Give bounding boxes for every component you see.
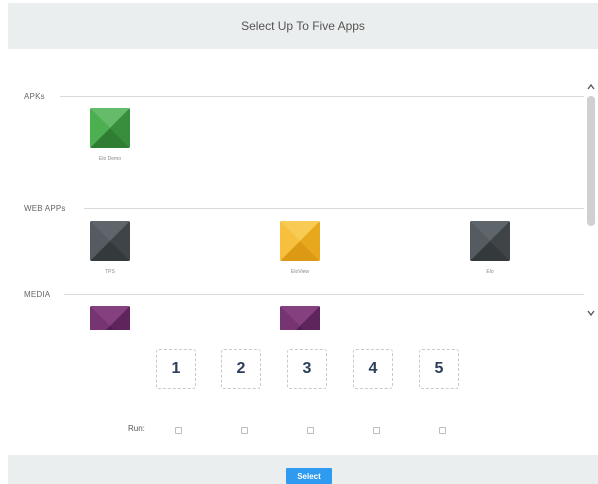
app-list-scrollbar[interactable] [584, 80, 598, 324]
app-envelope-yellow-icon [280, 221, 320, 261]
app-label: Elo Demo [99, 156, 121, 162]
dialog-title: Select Up To Five Apps [241, 19, 365, 33]
app-envelope-purple-icon [90, 306, 130, 330]
app-label: Elo [486, 269, 494, 275]
selection-slot-2[interactable]: 2 [221, 349, 261, 389]
app-envelope-purple-icon [280, 306, 320, 330]
app-envelope-grey-icon [90, 221, 130, 261]
section-label-web-apps: WEB APPs [24, 203, 66, 213]
section-label-apks: APKs [24, 91, 45, 101]
section-divider [84, 208, 584, 209]
section-header-web-apps: WEB APPs [24, 202, 584, 214]
section-divider [60, 96, 584, 97]
section-header-media: MEDIA [24, 288, 584, 300]
section-label-media: MEDIA [24, 289, 51, 299]
app-label: TPS [105, 269, 115, 275]
selection-slot-1[interactable]: 1 [156, 349, 196, 389]
slot-number: 2 [236, 360, 246, 377]
app-tile-media-1[interactable] [89, 306, 131, 330]
selection-slot-3[interactable]: 3 [287, 349, 327, 389]
app-tile-eloview[interactable]: EloView [279, 221, 321, 275]
select-button[interactable]: Select [286, 468, 332, 484]
run-label: Run: [128, 424, 145, 433]
chevron-up-icon[interactable] [586, 82, 596, 92]
run-checkbox-4[interactable] [373, 427, 380, 434]
run-checkbox-3[interactable] [307, 427, 314, 434]
slot-number: 5 [434, 360, 444, 377]
run-checkbox-2[interactable] [241, 427, 248, 434]
dialog-header: Select Up To Five Apps [8, 3, 598, 49]
selection-slot-5[interactable]: 5 [419, 349, 459, 389]
scroll-thumb[interactable] [587, 96, 595, 226]
app-envelope-green-icon [90, 108, 130, 148]
run-checkbox-5[interactable] [439, 427, 446, 434]
slot-number: 1 [171, 360, 181, 377]
scroll-track[interactable] [587, 96, 595, 308]
app-label: EloView [291, 269, 309, 275]
slot-number: 3 [302, 360, 312, 377]
chevron-down-icon[interactable] [586, 308, 596, 318]
section-header-apks: APKs [24, 90, 584, 102]
app-tile-media-2[interactable] [279, 306, 321, 330]
app-tile-tps[interactable]: TPS [89, 221, 131, 275]
run-checkbox-1[interactable] [175, 427, 182, 434]
app-tile-elo[interactable]: Elo [469, 221, 511, 275]
app-list[interactable]: APKs Elo Demo WEB APPs TPS EloView Elo M… [8, 78, 584, 330]
app-tile-elo-demo[interactable]: Elo Demo [89, 108, 131, 162]
section-divider [64, 294, 584, 295]
selection-slot-4[interactable]: 4 [353, 349, 393, 389]
app-envelope-grey-icon [470, 221, 510, 261]
slot-number: 4 [368, 360, 378, 377]
